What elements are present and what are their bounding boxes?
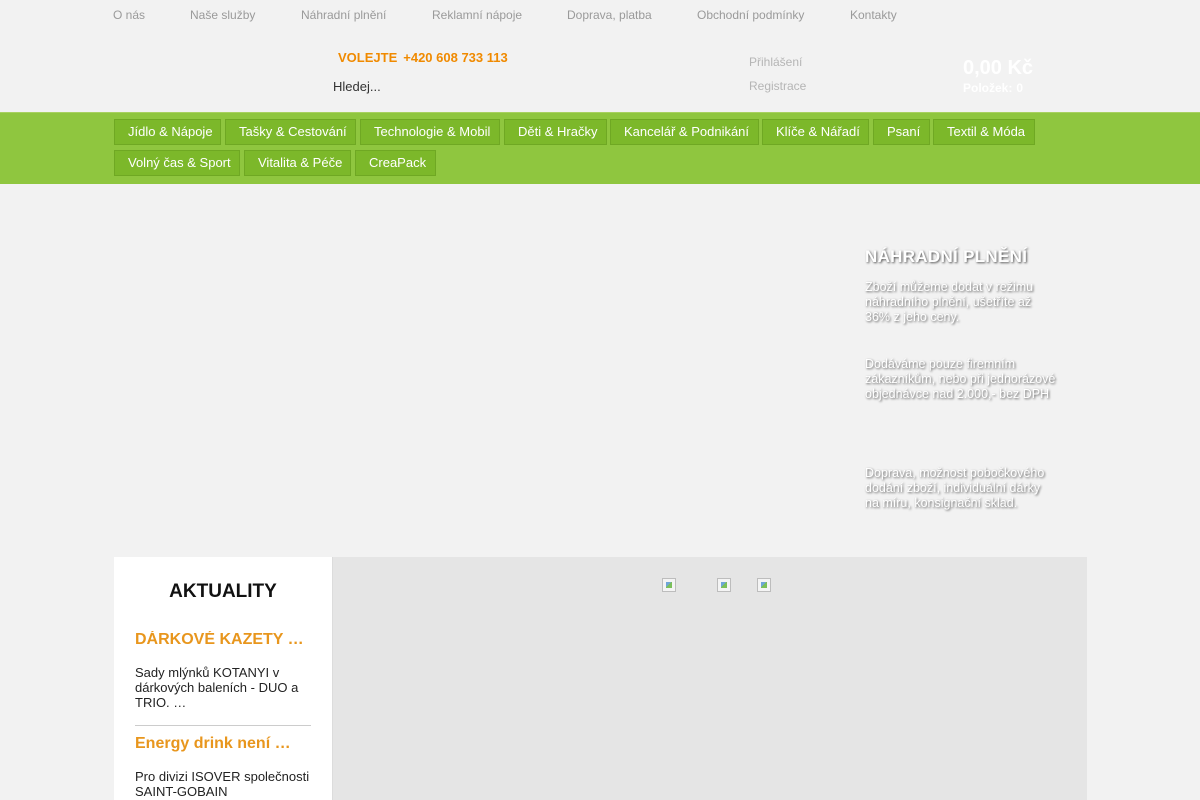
phone-number[interactable]: +420 608 733 113	[403, 50, 507, 65]
news-item-text: Pro divizi ISOVER společnosti SAINT-GOBA…	[135, 769, 310, 799]
category-deti-hracky[interactable]: Děti & Hračky	[504, 119, 607, 145]
category-volny-cas-sport[interactable]: Volný čas & Sport	[114, 150, 240, 176]
category-creapack[interactable]: CreaPack	[355, 150, 436, 176]
category-kancelar-podnikani[interactable]: Kancelář & Podnikání	[610, 119, 759, 145]
nav-link-nahradni-plneni[interactable]: Náhradní plnění	[301, 8, 386, 22]
cart-items-value: 0	[1016, 81, 1024, 95]
news-heading: AKTUALITY	[169, 581, 277, 602]
news-item-text: Sady mlýnků KOTANYI v dárkových baleních…	[135, 665, 299, 710]
cart-items-label: Položek:	[963, 81, 1013, 95]
broken-image-icon[interactable]	[662, 578, 676, 592]
login-link[interactable]: Přihlášení	[749, 55, 802, 69]
promo-text-3: Doprava, možnost pobočkového dodání zbož…	[865, 466, 1045, 510]
category-technologie-mobil[interactable]: Technologie & Mobil	[360, 119, 500, 145]
broken-image-icon[interactable]	[757, 578, 771, 592]
news-item-title[interactable]: DÁRKOVÉ KAZETY …	[135, 631, 313, 649]
news-panel: AKTUALITY DÁRKOVÉ KAZETY … Sady mlýnků K…	[114, 557, 333, 800]
register-link[interactable]: Registrace	[749, 79, 806, 93]
category-tasky-cestovani[interactable]: Tašky & Cestování	[225, 119, 356, 145]
category-psani[interactable]: Psaní	[873, 119, 930, 145]
news-item-title[interactable]: Energy drink není …	[135, 735, 313, 753]
category-textil-moda[interactable]: Textil & Móda	[933, 119, 1035, 145]
category-vitalita-pece[interactable]: Vitalita & Péče	[244, 150, 351, 176]
cart-item-count[interactable]: Položek: 0	[963, 81, 1023, 95]
promo-text-1: Zboží můžeme dodat v režimu náhradního p…	[865, 280, 1034, 324]
nav-link-nase-sluzby[interactable]: Naše služby	[190, 8, 255, 22]
cart-total[interactable]: 0,00 Kč	[963, 57, 1033, 80]
nav-link-reklamni-napoje[interactable]: Reklamní nápoje	[432, 8, 522, 22]
category-jidlo-napoje[interactable]: Jídlo & Nápoje	[114, 119, 221, 145]
nav-link-kontakty[interactable]: Kontakty	[850, 8, 897, 22]
category-klice-naradi[interactable]: Klíče & Nářadí	[762, 119, 869, 145]
call-label: VOLEJTE	[338, 50, 398, 65]
top-navigation: O nás Naše služby Náhradní plnění Reklam…	[0, 0, 1200, 30]
promo-title: NÁHRADNÍ PLNĚNÍ	[865, 247, 1028, 266]
nav-link-o-nas[interactable]: O nás	[113, 8, 145, 22]
broken-image-icon[interactable]	[717, 578, 731, 592]
search-input[interactable]: Hledej...	[333, 79, 381, 94]
nav-link-obchodni-podminky[interactable]: Obchodní podmínky	[697, 8, 804, 22]
category-bar: Jídlo & Nápoje Tašky & Cestování Technol…	[0, 112, 1200, 184]
phone-contact: VOLEJTE +420 608 733 113	[338, 50, 508, 65]
news-divider	[135, 725, 311, 726]
main-content-panel	[333, 557, 1087, 800]
nav-link-doprava-platba[interactable]: Doprava, platba	[567, 8, 652, 22]
promo-text-2: Dodáváme pouze firemním zákazníkům, nebo…	[865, 357, 1056, 401]
